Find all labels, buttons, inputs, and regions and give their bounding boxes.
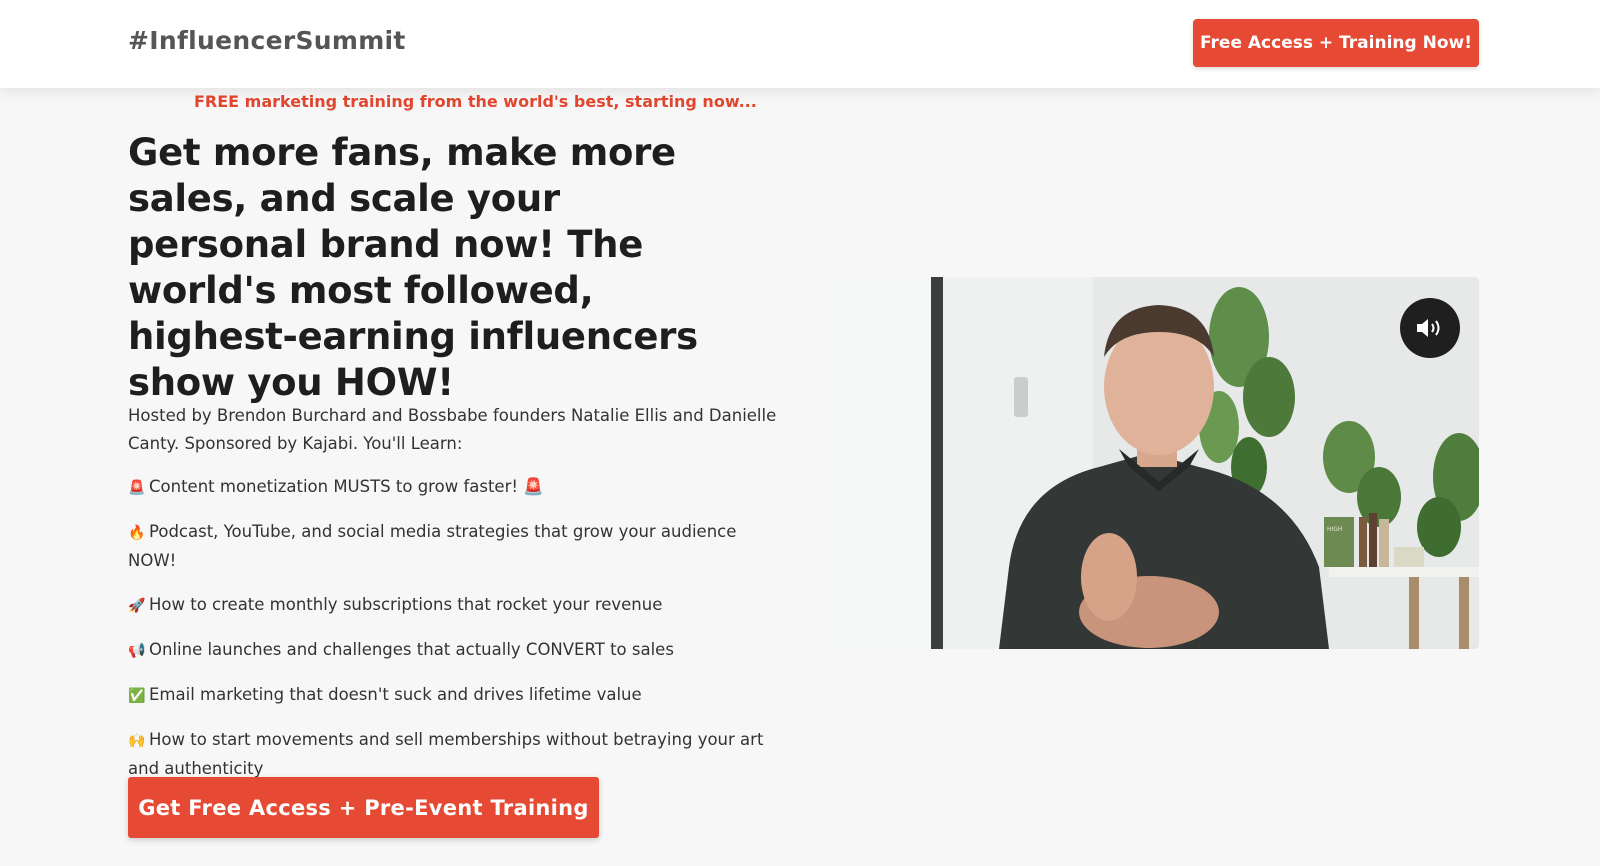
shelf-leg	[1409, 577, 1419, 649]
window-frame	[931, 277, 943, 649]
hero-tagline: FREE marketing training from the world's…	[194, 92, 757, 111]
book	[1369, 513, 1377, 567]
learning-bullets: 🚨 Content monetization MUSTS to grow fast…	[128, 473, 788, 799]
book	[1379, 519, 1389, 567]
wall-switch	[1014, 377, 1028, 417]
megaphone-icon: 📢	[128, 643, 146, 659]
raised-hands-icon: 🙌	[128, 733, 146, 749]
video-frame: HIGH	[819, 277, 1479, 649]
book-spine-text: HIGH	[1327, 526, 1342, 533]
book	[1359, 517, 1367, 567]
bullet-text: Content monetization MUSTS to grow faste…	[149, 477, 544, 496]
bullet-text: How to create monthly subscriptions that…	[149, 595, 663, 614]
bullet-item: 📢 Online launches and challenges that act…	[128, 636, 788, 665]
book	[1394, 547, 1424, 567]
shelf-leg	[1459, 577, 1469, 649]
siren-icon: 🚨	[128, 480, 146, 496]
hero-headline: Get more fans, make more sales, and scal…	[128, 131, 698, 404]
intro-video-player[interactable]: HIGH	[819, 277, 1479, 649]
speaker-icon	[1417, 319, 1440, 337]
bullet-text: Email marketing that doesn't suck and dr…	[149, 685, 642, 704]
bullet-item: 🚀 How to create monthly subscriptions tha…	[128, 591, 788, 620]
check-mark-icon: ✅	[128, 688, 146, 704]
shelf	[1329, 567, 1479, 577]
volume-icon[interactable]	[1400, 298, 1460, 358]
bullet-item: 🚨 Content monetization MUSTS to grow fast…	[128, 473, 788, 502]
bullet-item: 🔥 Podcast, YouTube, and social media stra…	[128, 518, 788, 575]
bullet-text: Podcast, YouTube, and social media strat…	[128, 522, 737, 570]
brand-logo[interactable]: #InfluencerSummit	[128, 26, 406, 55]
rocket-icon: 🚀	[128, 598, 146, 614]
hero-intro: Hosted by Brendon Burchard and Bossbabe …	[128, 406, 777, 453]
bullet-item: ✅ Email marketing that doesn't suck and d…	[128, 681, 788, 710]
bullet-text: How to start movements and sell membersh…	[128, 730, 764, 778]
get-free-access-button[interactable]: Get Free Access + Pre-Event Training	[128, 777, 599, 838]
bullet-text: Online launches and challenges that actu…	[149, 640, 674, 659]
window-light	[819, 277, 939, 649]
fire-icon: 🔥	[128, 525, 146, 541]
free-access-training-button[interactable]: Free Access + Training Now!	[1193, 19, 1479, 67]
top-nav-bar: #InfluencerSummit Free Access + Training…	[0, 0, 1600, 88]
bullet-item: 🙌 How to start movements and sell members…	[128, 726, 788, 783]
book	[1324, 517, 1354, 567]
